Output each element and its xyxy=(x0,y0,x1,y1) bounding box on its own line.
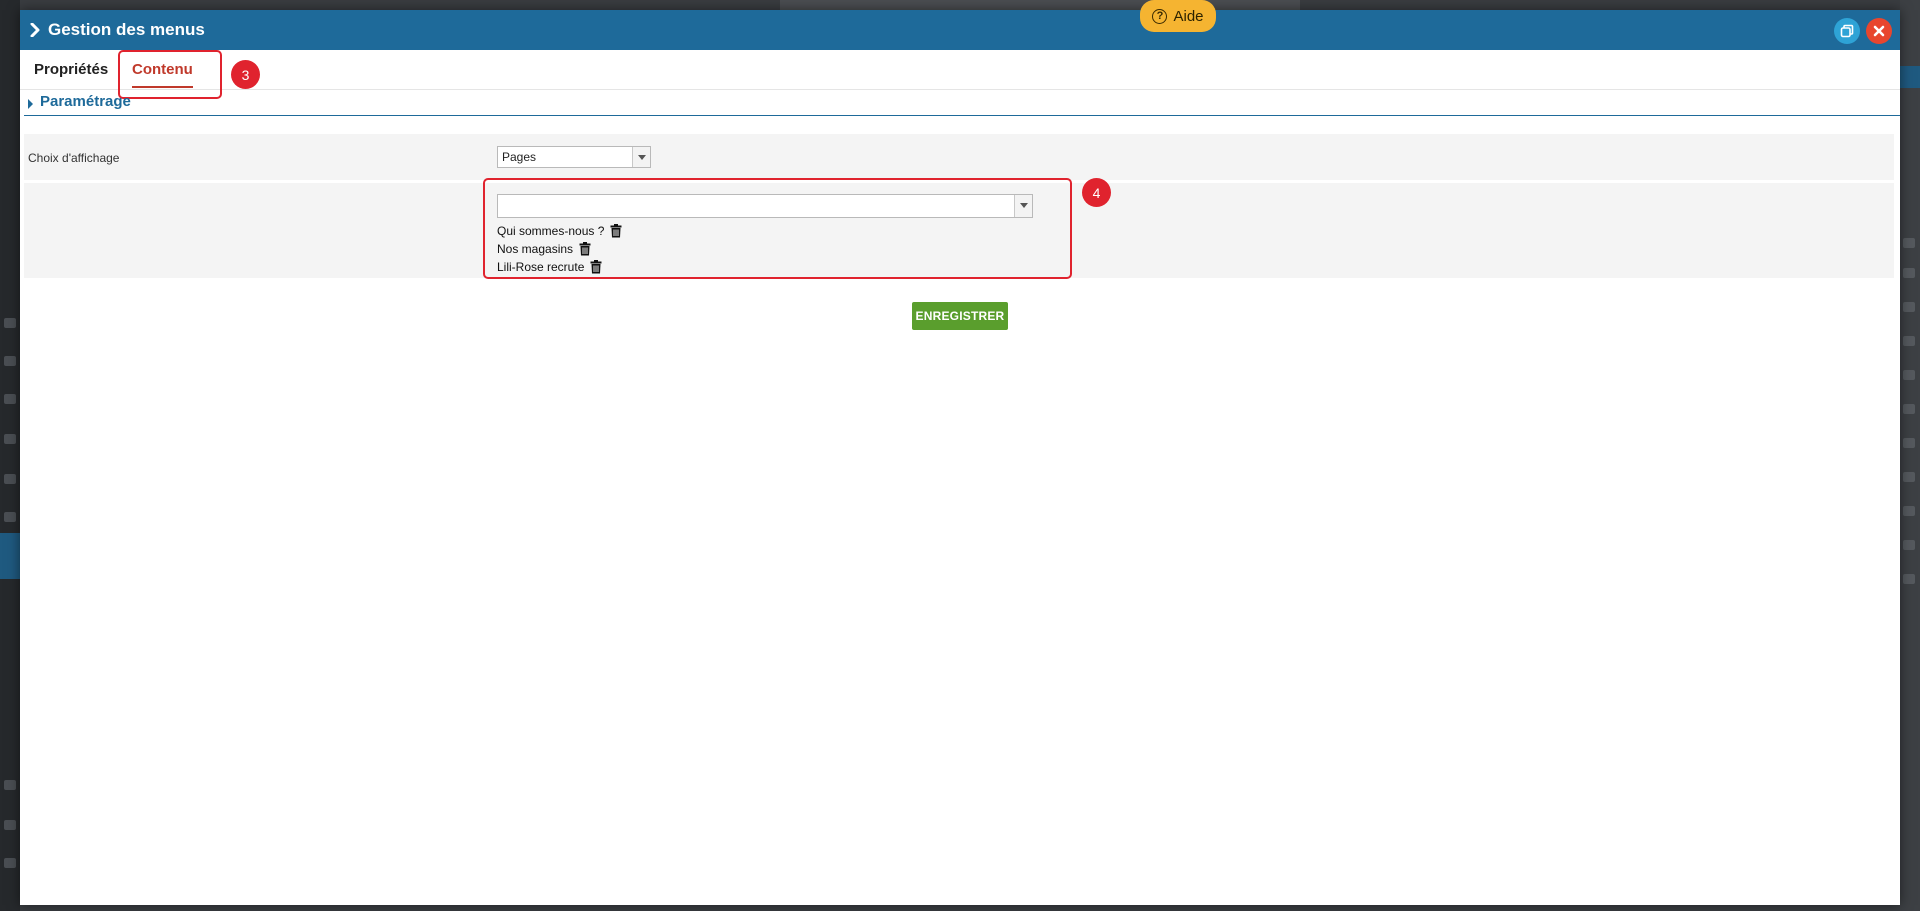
annotation-badge-3: 3 xyxy=(231,60,260,89)
sidebar-icon xyxy=(4,318,16,328)
background-right-bar xyxy=(1900,66,1920,88)
sidebar-icon xyxy=(4,394,16,404)
tab-bar: Propriétés Contenu 3 xyxy=(20,50,1900,99)
bg-row-icon xyxy=(1903,370,1915,380)
menu-management-modal: Gestion des menus Propriétés Contenu 3 P… xyxy=(20,10,1900,905)
display-choice-value: Pages xyxy=(502,150,537,164)
sidebar-active-item xyxy=(0,533,20,579)
display-choice-select[interactable]: Pages xyxy=(497,146,651,168)
display-choice-label: Choix d'affichage xyxy=(28,151,120,165)
sidebar-icon xyxy=(4,434,16,444)
sidebar-icon xyxy=(4,780,16,790)
close-button[interactable] xyxy=(1866,18,1892,44)
bg-row-icon xyxy=(1903,268,1915,278)
tab-proprietes[interactable]: Propriétés xyxy=(34,61,108,78)
sidebar-icon xyxy=(4,858,16,868)
annotation-badge-4: 4 xyxy=(1082,178,1111,207)
modal-title: Gestion des menus xyxy=(48,20,205,39)
modal-header: Gestion des menus xyxy=(20,10,1900,50)
bg-row-icon xyxy=(1903,238,1915,248)
sidebar-icon xyxy=(4,512,16,522)
section-parametrage[interactable]: Paramétrage xyxy=(24,92,1900,116)
background-sidebar xyxy=(0,0,20,911)
sidebar-icon xyxy=(4,474,16,484)
help-label: Aide xyxy=(1173,7,1204,25)
section-title: Paramétrage xyxy=(40,93,131,110)
bg-row-icon xyxy=(1903,404,1915,414)
chevron-down-icon xyxy=(632,147,650,167)
close-icon xyxy=(1873,25,1885,37)
restore-window-button[interactable] xyxy=(1834,18,1860,44)
annotation-box-4 xyxy=(483,178,1072,279)
sidebar-icon xyxy=(4,820,16,830)
bg-row-icon xyxy=(1903,336,1915,346)
question-circle-icon: ? xyxy=(1152,8,1168,24)
caret-right-icon xyxy=(28,99,33,109)
bg-row-icon xyxy=(1903,506,1915,516)
bg-row-icon xyxy=(1903,574,1915,584)
bg-row-icon xyxy=(1903,438,1915,448)
sidebar-icon xyxy=(4,356,16,366)
bg-row-icon xyxy=(1903,302,1915,312)
restore-icon xyxy=(1840,24,1854,38)
bg-row-icon xyxy=(1903,540,1915,550)
help-button[interactable]: ? Aide xyxy=(1140,0,1216,32)
bg-row-icon xyxy=(1903,472,1915,482)
chevron-right-icon xyxy=(30,22,42,38)
background-right-column xyxy=(1900,0,1920,911)
save-button[interactable]: ENREGISTRER xyxy=(912,302,1008,330)
